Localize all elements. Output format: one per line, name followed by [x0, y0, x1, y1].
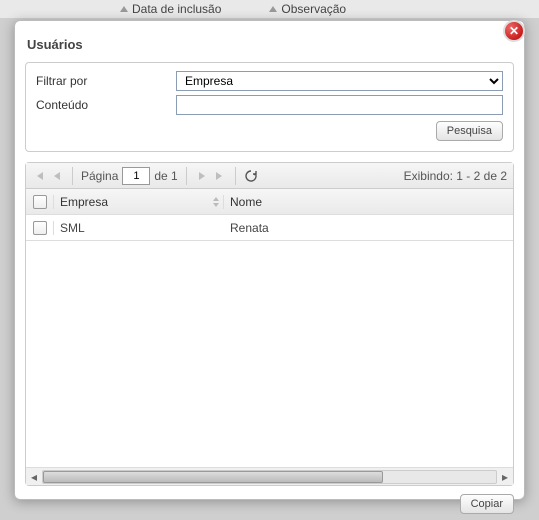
search-button[interactable]: Pesquisa [436, 121, 503, 141]
content-input[interactable] [176, 95, 503, 115]
usuarios-dialog: ✕ Usuários Filtrar por Empresa Conteúdo … [14, 20, 525, 500]
dialog-title: Usuários [15, 21, 524, 62]
separator [186, 167, 187, 185]
grid-panel: Página de 1 Exibindo: 1 - 2 de 2 Empresa [25, 162, 514, 486]
separator [235, 167, 236, 185]
close-icon: ✕ [509, 24, 519, 38]
separator [72, 167, 73, 185]
cell-nome: Renata [230, 221, 269, 235]
first-page-icon[interactable] [32, 169, 46, 183]
horizontal-scrollbar[interactable]: ◂ ▸ [26, 467, 513, 485]
sort-icon [269, 6, 277, 12]
last-page-icon[interactable] [213, 169, 227, 183]
next-page-icon[interactable] [195, 169, 209, 183]
filter-by-select[interactable]: Empresa [176, 71, 503, 91]
content-label: Conteúdo [36, 98, 176, 112]
column-header-nome[interactable]: Nome [224, 195, 513, 209]
row-checkbox[interactable] [33, 221, 47, 235]
cell-empresa: SML [60, 221, 85, 235]
close-button[interactable]: ✕ [503, 20, 525, 42]
bg-col-observacao: Observação [281, 2, 346, 16]
page-of-label: de 1 [154, 169, 177, 183]
column-header-empresa[interactable]: Empresa [54, 195, 224, 209]
sort-indicator-icon [211, 195, 221, 209]
background-column-header: Data de inclusão Observação [0, 0, 539, 18]
scrollbar-track[interactable] [42, 470, 497, 484]
grid-header-row: Empresa Nome [26, 189, 513, 215]
copy-button[interactable]: Copiar [460, 494, 514, 514]
grid-body: SML Renata [26, 215, 513, 467]
column-header-nome-label: Nome [230, 195, 262, 209]
table-row[interactable]: SML Renata [26, 215, 513, 241]
page-label: Página [81, 169, 118, 183]
filter-by-label: Filtrar por [36, 74, 176, 88]
column-header-empresa-label: Empresa [60, 195, 108, 209]
scroll-left-icon[interactable]: ◂ [26, 469, 42, 485]
scroll-right-icon[interactable]: ▸ [497, 469, 513, 485]
page-input[interactable] [122, 167, 150, 185]
dialog-footer: Copiar [15, 494, 524, 520]
filter-panel: Filtrar por Empresa Conteúdo Pesquisa [25, 62, 514, 152]
showing-label: Exibindo: 1 - 2 de 2 [404, 169, 507, 183]
prev-page-icon[interactable] [50, 169, 64, 183]
select-all-checkbox[interactable] [33, 195, 47, 209]
sort-icon [120, 6, 128, 12]
pager-toolbar: Página de 1 Exibindo: 1 - 2 de 2 [26, 163, 513, 189]
bg-col-data-inclusao: Data de inclusão [132, 2, 221, 16]
scrollbar-thumb[interactable] [43, 471, 383, 483]
refresh-icon[interactable] [244, 169, 258, 183]
